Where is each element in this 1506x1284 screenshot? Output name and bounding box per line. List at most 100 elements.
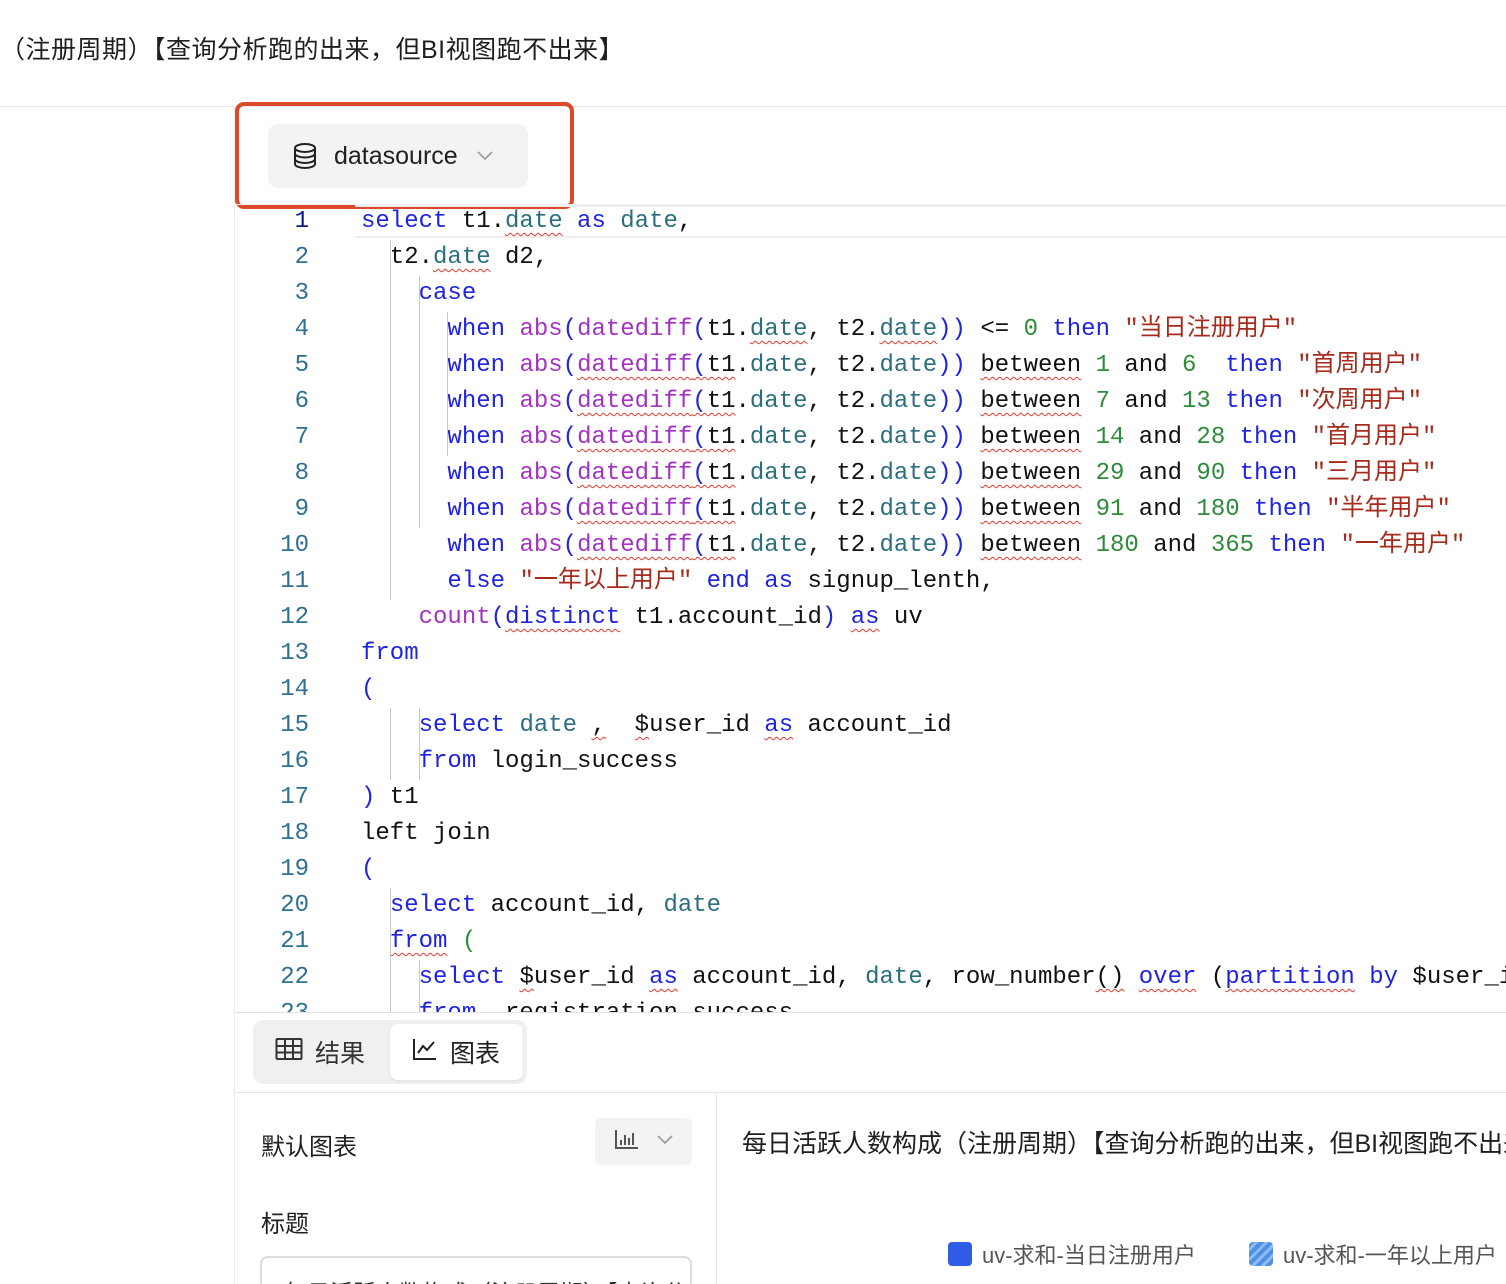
code-line[interactable]: 15 select date , $user_id as account_id <box>235 708 1506 744</box>
sql-editor[interactable]: 1 select t1.date as date, 2 t2.date d2, 3 c… <box>235 204 1506 1012</box>
indent-guide <box>419 708 420 780</box>
code-text: select date , $user_id as account_id <box>418 712 952 739</box>
line-number: 21 <box>280 928 309 955</box>
line-number: 11 <box>280 568 309 595</box>
line-number: 18 <box>280 820 309 847</box>
code-text: ( <box>361 856 376 883</box>
code-text: from login_success <box>418 748 678 775</box>
legend-item[interactable]: uv-求和-一年以上用户 <box>1249 1238 1497 1270</box>
line-number: 23 <box>235 996 309 1012</box>
tab-chart[interactable]: 图表 <box>390 1024 523 1080</box>
chart-title: 每日活跃人数构成（注册周期）【查询分析跑的出来，但BI视图跑不出来】 <box>742 1130 1506 1158</box>
code-text: select account_id, date <box>389 892 722 919</box>
code-line[interactable]: 12 count(distinct t1.account_id) as uv <box>235 600 1506 636</box>
line-number: 9 <box>294 496 309 523</box>
line-number: 4 <box>294 316 309 343</box>
code-line[interactable]: 19 ( <box>235 852 1506 888</box>
legend-label: uv-求和-一年以上用户 <box>1283 1243 1497 1268</box>
code-line[interactable]: 10 when abs(datediff(t1.date, t2.date)) … <box>235 528 1506 564</box>
code-line[interactable]: 5 when abs(datediff(t1.date, t2.date)) b… <box>235 348 1506 384</box>
line-chart-icon <box>412 1037 438 1068</box>
indent-guide <box>447 312 448 456</box>
code-line[interactable]: 18 left join <box>235 816 1506 852</box>
code-text: left join <box>361 820 491 847</box>
code-text: select $user_id as account_id, date, row… <box>418 964 1506 991</box>
code-line[interactable]: 2 t2.date d2, <box>235 240 1506 276</box>
code-line[interactable]: 9 when abs(datediff(t1.date, t2.date)) b… <box>235 492 1506 528</box>
page-title: （注册周期）【查询分析跑的出来，但BI视图跑不出来】 <box>0 36 625 64</box>
indent-guide <box>390 240 391 600</box>
indent-guide <box>419 960 420 1012</box>
indent-guide <box>390 888 391 1012</box>
editor-bottom-divider <box>235 1012 1506 1013</box>
datasource-dropdown[interactable]: datasource <box>268 124 528 188</box>
chevron-down-icon <box>656 1133 674 1151</box>
code-line[interactable]: 13 from <box>235 636 1506 672</box>
line-number: 16 <box>280 748 309 775</box>
chevron-down-icon <box>476 150 494 162</box>
line-number: 13 <box>280 640 309 667</box>
indent-guide <box>390 708 391 780</box>
code-text: from ( <box>389 928 477 955</box>
panel-divider-vertical <box>716 1092 717 1284</box>
legend-item[interactable]: uv-求和-当日注册用户 <box>948 1238 1196 1270</box>
code-line[interactable]: 22 select $user_id as account_id, date, … <box>235 960 1506 996</box>
code-line[interactable]: 17 ) t1 <box>235 780 1506 816</box>
top-divider <box>0 106 1506 107</box>
code-line[interactable]: 11 else "一年以上用户" end as signup_lenth, <box>235 564 1506 600</box>
line-number: 22 <box>280 964 309 991</box>
code-line[interactable]: 3 case <box>235 276 1506 312</box>
code-line[interactable]: 4 when abs(datediff(t1.date, t2.date)) <… <box>235 312 1506 348</box>
code-line[interactable]: 23 from registration_success <box>235 996 1506 1012</box>
code-text: when abs(datediff(t1.date, t2.date)) bet… <box>447 424 1437 451</box>
code-text: when abs(datediff(t1.date, t2.date)) bet… <box>447 460 1437 487</box>
code-text: ( <box>361 676 376 703</box>
line-number: 7 <box>294 424 309 451</box>
line-number: 2 <box>294 244 309 271</box>
legend-label: uv-求和-当日注册用户 <box>982 1243 1196 1268</box>
default-chart-label: 默认图表 <box>261 1134 357 1161</box>
tab-results[interactable]: 结果 <box>275 1024 365 1080</box>
code-text: when abs(datediff(t1.date, t2.date)) bet… <box>447 388 1423 415</box>
code-text: when abs(datediff(t1.date, t2.date)) bet… <box>447 496 1451 523</box>
legend-swatch-hatched <box>1249 1242 1273 1266</box>
result-tabs: 结果 图表 <box>253 1020 527 1084</box>
title-label: 标题 <box>261 1211 309 1238</box>
code-line[interactable]: 1 select t1.date as date, <box>235 204 1506 240</box>
line-number: 14 <box>280 676 309 703</box>
code-text: count(distinct t1.account_id) as uv <box>418 604 923 631</box>
code-line[interactable]: 6 when abs(datediff(t1.date, t2.date)) b… <box>235 384 1506 420</box>
line-number: 6 <box>294 388 309 415</box>
tab-results-label: 结果 <box>315 1040 366 1068</box>
code-text: ) t1 <box>361 784 419 811</box>
line-number: 10 <box>280 532 309 559</box>
panel-divider-horizontal <box>235 1092 1506 1093</box>
bar-chart-icon <box>614 1128 640 1155</box>
line-number: 12 <box>280 604 309 631</box>
code-line[interactable]: 21 from ( <box>235 924 1506 960</box>
code-line[interactable]: 16 from login_success <box>235 744 1506 780</box>
line-number: 5 <box>294 352 309 379</box>
chart-type-selector[interactable] <box>595 1118 692 1165</box>
legend-swatch <box>948 1242 972 1266</box>
code-line[interactable]: 8 when abs(datediff(t1.date, t2.date)) b… <box>235 456 1506 492</box>
line-number: 3 <box>294 280 309 307</box>
code-text: from <box>361 640 419 667</box>
code-text: when abs(datediff(t1.date, t2.date)) <= … <box>447 316 1298 343</box>
chart-title-input[interactable]: 每日活跃人数构成（注册周期）【查询分析跑的出来，但BI视图跑不出来】 <box>260 1256 692 1284</box>
line-number: 1 <box>294 208 309 235</box>
datasource-label: datasource <box>334 141 458 170</box>
line-number: 15 <box>280 712 309 739</box>
line-number: 20 <box>280 892 309 919</box>
code-line[interactable]: 14 ( <box>235 672 1506 708</box>
line-number: 8 <box>294 460 309 487</box>
tab-chart-label: 图表 <box>450 1040 501 1068</box>
indent-guide <box>419 276 420 528</box>
code-text: when abs(datediff(t1.date, t2.date)) bet… <box>447 352 1423 379</box>
code-line[interactable]: 7 when abs(datediff(t1.date, t2.date)) b… <box>235 420 1506 456</box>
database-icon <box>290 141 320 171</box>
code-text: when abs(datediff(t1.date, t2.date)) bet… <box>447 532 1466 559</box>
code-line[interactable]: 20 select account_id, date <box>235 888 1506 924</box>
code-text: else "一年以上用户" end as signup_lenth, <box>447 568 995 595</box>
line-number: 17 <box>280 784 309 811</box>
